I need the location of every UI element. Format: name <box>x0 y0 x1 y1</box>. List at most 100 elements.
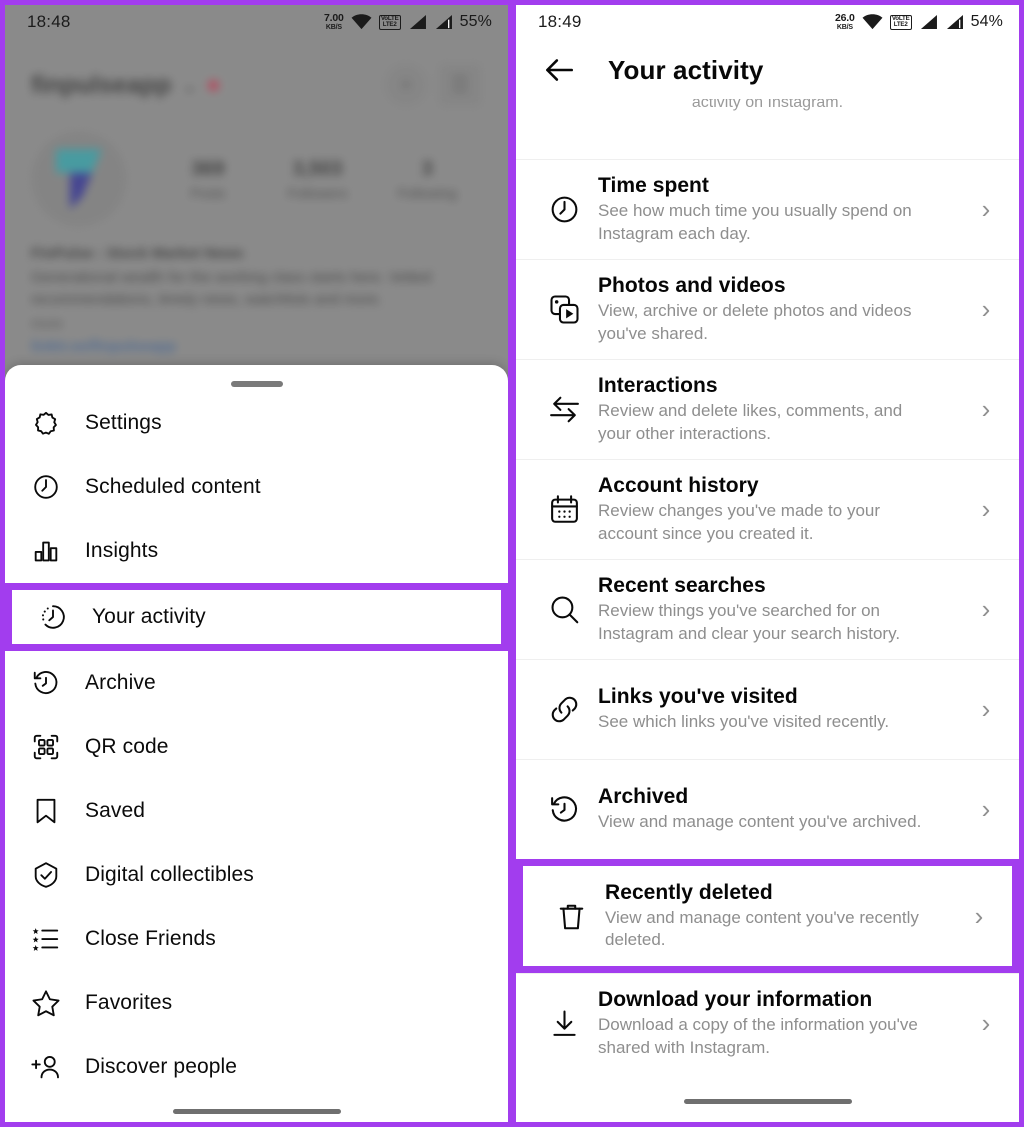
activity-item-subtitle: View and manage content you've recently … <box>605 907 919 949</box>
activity-item-wrapper: Photos and videos View, archive or delete… <box>516 259 1019 359</box>
activity-item-subtitle: View and manage content you've archived. <box>598 812 922 832</box>
menu-item-qr-code[interactable]: QR code <box>5 715 508 779</box>
menu-item-wrapper: Digital collectibles <box>5 843 508 907</box>
activity-item-links-you-ve-visited[interactable]: Links you've visited See which links you'… <box>516 659 1019 759</box>
status-clock: 18:48 <box>27 12 71 31</box>
menu-item-label: Discover people <box>85 1055 238 1078</box>
menu-item-archive[interactable]: Archive <box>5 651 508 715</box>
menu-item-settings[interactable]: Settings <box>5 391 508 455</box>
add-post-button[interactable]: + <box>384 63 428 107</box>
photos-videos-icon <box>538 293 590 326</box>
activity-item-account-history[interactable]: Account history Review changes you've mad… <box>516 459 1019 559</box>
highlight-box-your-activity: Your activity <box>5 583 508 651</box>
chevron-right-icon: › <box>981 494 991 524</box>
menu-item-digital-collectibles[interactable]: Digital collectibles <box>5 843 508 907</box>
profile-stats-row: 369 Posts 3,503 Followers 3 Following <box>5 107 508 227</box>
activity-item-wrapper: Interactions Review and delete likes, com… <box>516 359 1019 459</box>
activity-item-text: Account history Review changes you've mad… <box>590 474 971 545</box>
trash-icon <box>545 900 597 933</box>
archive-clock-icon <box>538 793 590 826</box>
status-clock: 18:49 <box>538 12 582 31</box>
menu-item-wrapper: Scheduled content <box>5 455 508 519</box>
menu-item-wrapper: Insights <box>5 519 508 583</box>
activity-option-list: Time spent See how much time you usually … <box>516 159 1019 1073</box>
menu-item-label: Digital collectibles <box>85 863 254 886</box>
menu-item-scheduled-content[interactable]: Scheduled content <box>5 455 508 519</box>
star-icon <box>29 988 63 1018</box>
bio-title: FinPulse : Stock Market News <box>31 245 244 262</box>
shield-check-icon <box>29 860 63 890</box>
menu-item-label: Archive <box>85 671 156 694</box>
menu-item-wrapper: Archive <box>5 651 508 715</box>
menu-item-saved[interactable]: Saved <box>5 779 508 843</box>
back-arrow-icon[interactable] <box>542 53 576 87</box>
menu-item-label: Close Friends <box>85 927 216 950</box>
posts-stat[interactable]: 369 Posts <box>153 158 263 201</box>
menu-item-close-friends[interactable]: Close Friends <box>5 907 508 971</box>
hamburger-menu-button[interactable]: ☰ <box>438 63 482 107</box>
bio-more-link[interactable]: more <box>31 315 482 331</box>
activity-item-title: Recently deleted <box>605 880 773 904</box>
followers-stat[interactable]: 3,503 Followers <box>263 158 373 201</box>
profile-bio: FinPulse : Stock Market News Generationa… <box>5 227 508 355</box>
avatar[interactable] <box>31 131 127 227</box>
activity-item-title: Interactions <box>598 374 718 398</box>
clock-icon <box>538 193 590 226</box>
profile-menu-sheet: Settings Scheduled content Insights Your ac… <box>5 365 508 1122</box>
activity-item-time-spent[interactable]: Time spent See how much time you usually … <box>516 159 1019 259</box>
menu-item-wrapper: Saved <box>5 779 508 843</box>
notification-dot <box>208 79 220 91</box>
add-person-icon <box>29 1052 63 1082</box>
bio-external-link[interactable]: linktr.ee/finpulseapp <box>31 338 482 355</box>
gear-icon <box>29 408 63 438</box>
activity-item-archived[interactable]: Archived View and manage content you've a… <box>516 759 1019 859</box>
profile-header: finpulseapp ⌄ + ☰ <box>5 39 508 107</box>
activity-item-title: Download your information <box>598 988 873 1012</box>
menu-item-discover-people[interactable]: Discover people <box>5 1035 508 1099</box>
menu-item-label: Insights <box>85 539 159 562</box>
activity-item-subtitle: Review things you've searched for on Ins… <box>598 601 901 643</box>
wifi-icon <box>351 14 372 30</box>
menu-item-label: QR code <box>85 735 169 758</box>
network-speed-indicator: 26.0 KB/S <box>835 12 855 31</box>
activity-item-recently-deleted[interactable]: Recently deleted View and manage content … <box>523 866 1012 966</box>
activity-item-subtitle: See how much time you usually spend on I… <box>598 201 912 243</box>
close-friends-list-icon <box>29 924 63 954</box>
activity-item-subtitle: Review changes you've made to your accou… <box>598 501 881 543</box>
chevron-right-icon: › <box>981 694 991 724</box>
activity-item-text: Photos and videos View, archive or delete… <box>590 274 971 345</box>
activity-item-photos-and-videos[interactable]: Photos and videos View, archive or delete… <box>516 259 1019 359</box>
activity-item-subtitle: Review and delete likes, comments, and y… <box>598 401 903 443</box>
volte-icon: VoLTE LTE2 <box>378 14 401 30</box>
activity-item-title: Recent searches <box>598 574 766 598</box>
activity-item-text: Download your information Download a copy… <box>590 988 971 1059</box>
sheet-drag-handle[interactable] <box>230 381 283 387</box>
search-icon <box>538 593 590 626</box>
activity-clock-icon <box>36 602 70 632</box>
menu-item-favorites[interactable]: Favorites <box>5 971 508 1035</box>
menu-item-wrapper: Settings <box>5 391 508 455</box>
menu-item-insights[interactable]: Insights <box>5 519 508 583</box>
activity-item-recent-searches[interactable]: Recent searches Review things you've sear… <box>516 559 1019 659</box>
download-icon <box>538 1007 590 1040</box>
dual-screenshot-container: 18:48 7.00 KB/S VoLTE LTE2 55% finpulsea… <box>0 0 1024 1127</box>
right-phone-screen: 18:49 26.0 KB/S VoLTE LTE2 54% Your acti… <box>512 0 1024 1127</box>
status-icons: 7.00 KB/S VoLTE LTE2 55% <box>324 13 492 31</box>
menu-item-label: Favorites <box>85 991 173 1014</box>
menu-item-your-activity[interactable]: Your activity <box>12 590 501 644</box>
menu-item-label: Scheduled content <box>85 475 261 498</box>
scrolled-description-text: activity on Instagram. <box>691 99 844 111</box>
right-status-bar: 18:49 26.0 KB/S VoLTE LTE2 54% <box>516 5 1019 39</box>
chevron-right-icon: › <box>981 294 991 324</box>
bookmark-icon <box>29 796 63 826</box>
left-phone-screen: 18:48 7.00 KB/S VoLTE LTE2 55% finpulsea… <box>0 0 512 1127</box>
activity-item-interactions[interactable]: Interactions Review and delete likes, com… <box>516 359 1019 459</box>
activity-item-download-your-information[interactable]: Download your information Download a copy… <box>516 973 1019 1073</box>
finpulse-logo-icon <box>56 149 102 209</box>
menu-item-wrapper: Favorites <box>5 971 508 1035</box>
activity-item-wrapper: Links you've visited See which links you'… <box>516 659 1019 759</box>
link-icon <box>538 693 590 726</box>
following-stat[interactable]: 3 Following <box>372 158 482 201</box>
activity-item-text: Recently deleted View and manage content … <box>597 881 964 952</box>
activity-item-title: Links you've visited <box>598 685 798 709</box>
